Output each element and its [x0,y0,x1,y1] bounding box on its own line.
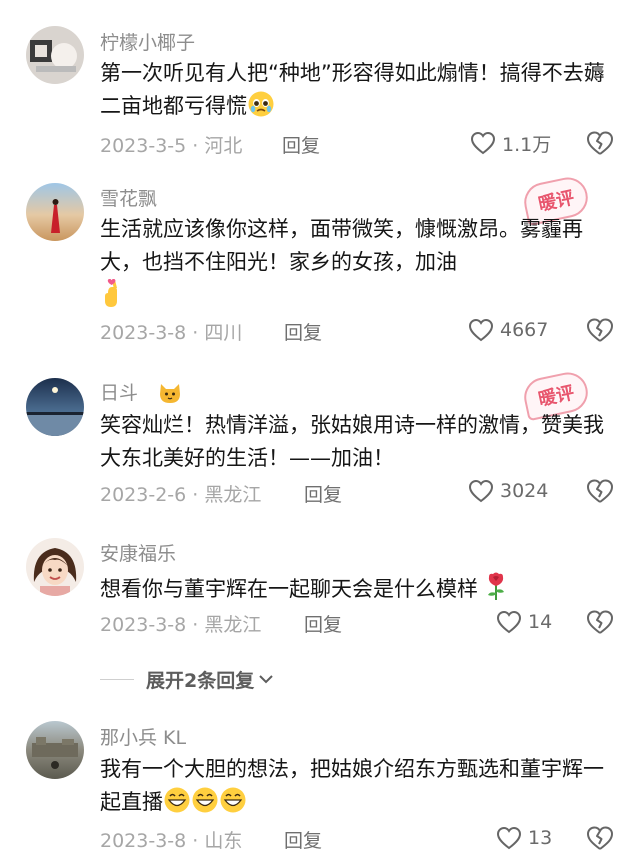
username[interactable]: 雪花飘 [100,184,157,211]
heart-icon [468,318,494,342]
comment-text: 笑容灿烂！热情洋溢，张姑娘用诗一样的激情，赞美我大东北美好的生活！——加油！ [100,413,604,470]
like-button[interactable]: 3024 [468,477,548,505]
heart-icon [468,479,494,503]
comment-text: 生活就应该像你这样，面带微笑，慷慨激昂。雾霾再大，也挡不住阳光！家乡的女孩，加油 [100,213,605,319]
heart-icon [496,610,522,634]
comment-date-location: 2023-3-8 · 山东 [100,830,243,852]
like-button[interactable]: 1.1万 [470,129,551,157]
expand-replies-label: 展开2条回复 [146,669,255,692]
like-count: 14 [528,611,553,633]
avatar[interactable] [26,721,84,779]
rose-icon [485,571,507,611]
username[interactable]: 安康福乐 [100,539,176,566]
expand-replies-button[interactable]: 展开2条回复 [100,664,274,694]
avatar[interactable] [26,183,84,241]
reply-button[interactable]: 回复 [304,610,342,637]
like-count: 4667 [500,319,549,341]
reply-button[interactable]: 回复 [304,480,342,507]
comment-date-location: 2023-3-8 · 黑龙江 [100,614,262,636]
like-button[interactable]: 14 [496,608,552,636]
username[interactable]: 柠檬小椰子 [100,28,195,55]
broken-heart-icon[interactable] [586,825,614,851]
username[interactable]: 那小兵 KL [100,723,186,750]
comment-text: 第一次听见有人把“种地”形容得如此煽情！搞得不去薅二亩地都亏得慌 [100,57,605,128]
comment-text: 想看你与董宇辉在一起聊天会是什么模样 [100,571,605,611]
reply-button[interactable]: 回复 [284,826,322,853]
finger-heart-icon [100,278,126,319]
like-count: 3024 [500,480,549,502]
chevron-down-icon [259,675,273,684]
broken-heart-icon[interactable] [586,609,614,635]
like-count: 13 [528,827,553,849]
comment-date-location: 2023-2-6 · 黑龙江 [100,484,262,506]
avatar[interactable] [26,538,84,596]
broken-heart-icon[interactable] [586,478,614,504]
comment-body: 第一次听见有人把“种地”形容得如此煽情！搞得不去薅二亩地都亏得慌 [100,61,605,118]
broken-heart-icon[interactable] [586,317,614,343]
comment-date-location: 2023-3-5 · 河北 [100,135,243,157]
broken-heart-icon[interactable] [586,130,614,156]
heart-icon [470,131,496,155]
heart-icon [496,826,522,850]
comment-body: 想看你与董宇辉在一起聊天会是什么模样 [100,577,478,601]
comment-date-location: 2023-3-8 · 四川 [100,322,243,344]
reply-button[interactable]: 回复 [282,131,320,158]
like-button[interactable]: 13 [496,824,552,852]
username[interactable]: 日斗 [100,378,182,409]
avatar[interactable] [26,26,84,84]
cat-face-icon [158,382,182,409]
avatar[interactable] [26,378,84,436]
pleading-face-icon [247,90,275,128]
grinning-face-icon [163,786,247,824]
comment-text: 我有一个大胆的想法，把姑娘介绍东方甄选和董宇辉一起直播 [100,753,605,824]
comment-body: 生活就应该像你这样，面带微笑，慷慨激昂。雾霾再大，也挡不住阳光！家乡的女孩，加油 [100,217,583,274]
like-button[interactable]: 4667 [468,316,548,344]
like-count: 1.1万 [502,133,552,156]
reply-button[interactable]: 回复 [284,318,322,345]
divider [100,678,134,680]
